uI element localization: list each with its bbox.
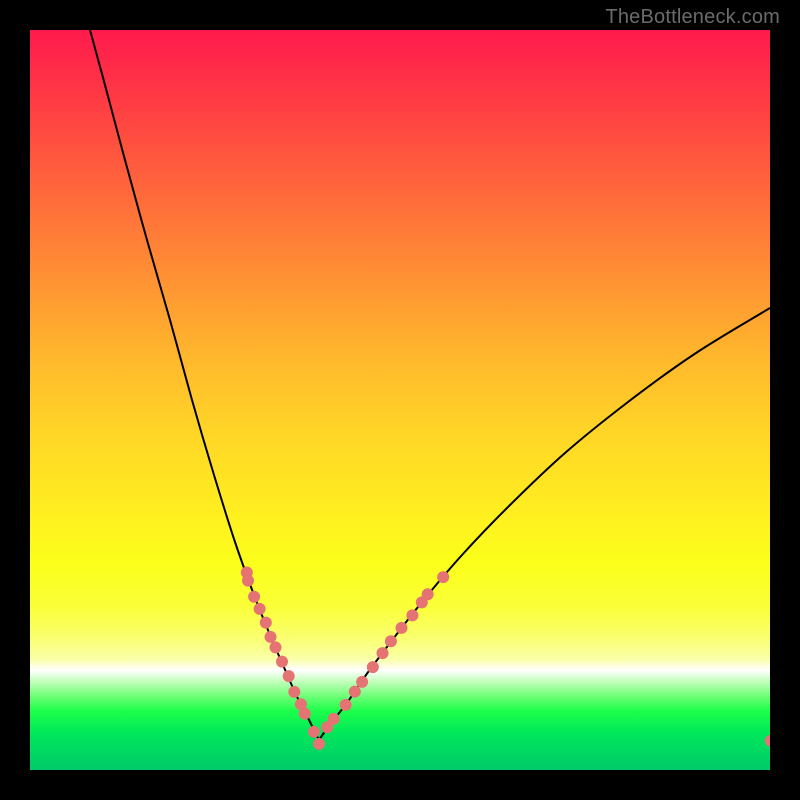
bead-point: [270, 641, 282, 653]
bead-point: [765, 735, 770, 747]
bead-point: [254, 603, 266, 615]
bead-group: [241, 567, 770, 750]
bead-point: [283, 670, 295, 682]
bead-point: [260, 617, 272, 629]
bead-point: [288, 686, 300, 698]
bead-point: [385, 635, 397, 647]
bead-point: [349, 686, 361, 698]
bead-point: [299, 708, 311, 720]
bead-point: [367, 661, 379, 673]
chart-svg: [30, 30, 770, 770]
bead-point: [356, 676, 368, 688]
watermark-text: TheBottleneck.com: [605, 6, 780, 29]
chart-frame: TheBottleneck.com: [0, 0, 800, 800]
bead-point: [377, 647, 389, 659]
bead-point: [340, 699, 352, 711]
bead-point: [265, 631, 277, 643]
bead-point: [396, 622, 408, 634]
bead-point: [406, 609, 418, 621]
bead-point: [422, 588, 434, 600]
bead-point: [308, 726, 320, 738]
bead-point: [276, 656, 288, 668]
curve-right: [319, 308, 770, 740]
curve-left: [90, 30, 319, 740]
bead-point: [248, 591, 260, 603]
bead-point: [313, 738, 325, 750]
bead-point: [328, 713, 340, 725]
bead-point: [242, 575, 254, 587]
bead-point: [437, 571, 449, 583]
